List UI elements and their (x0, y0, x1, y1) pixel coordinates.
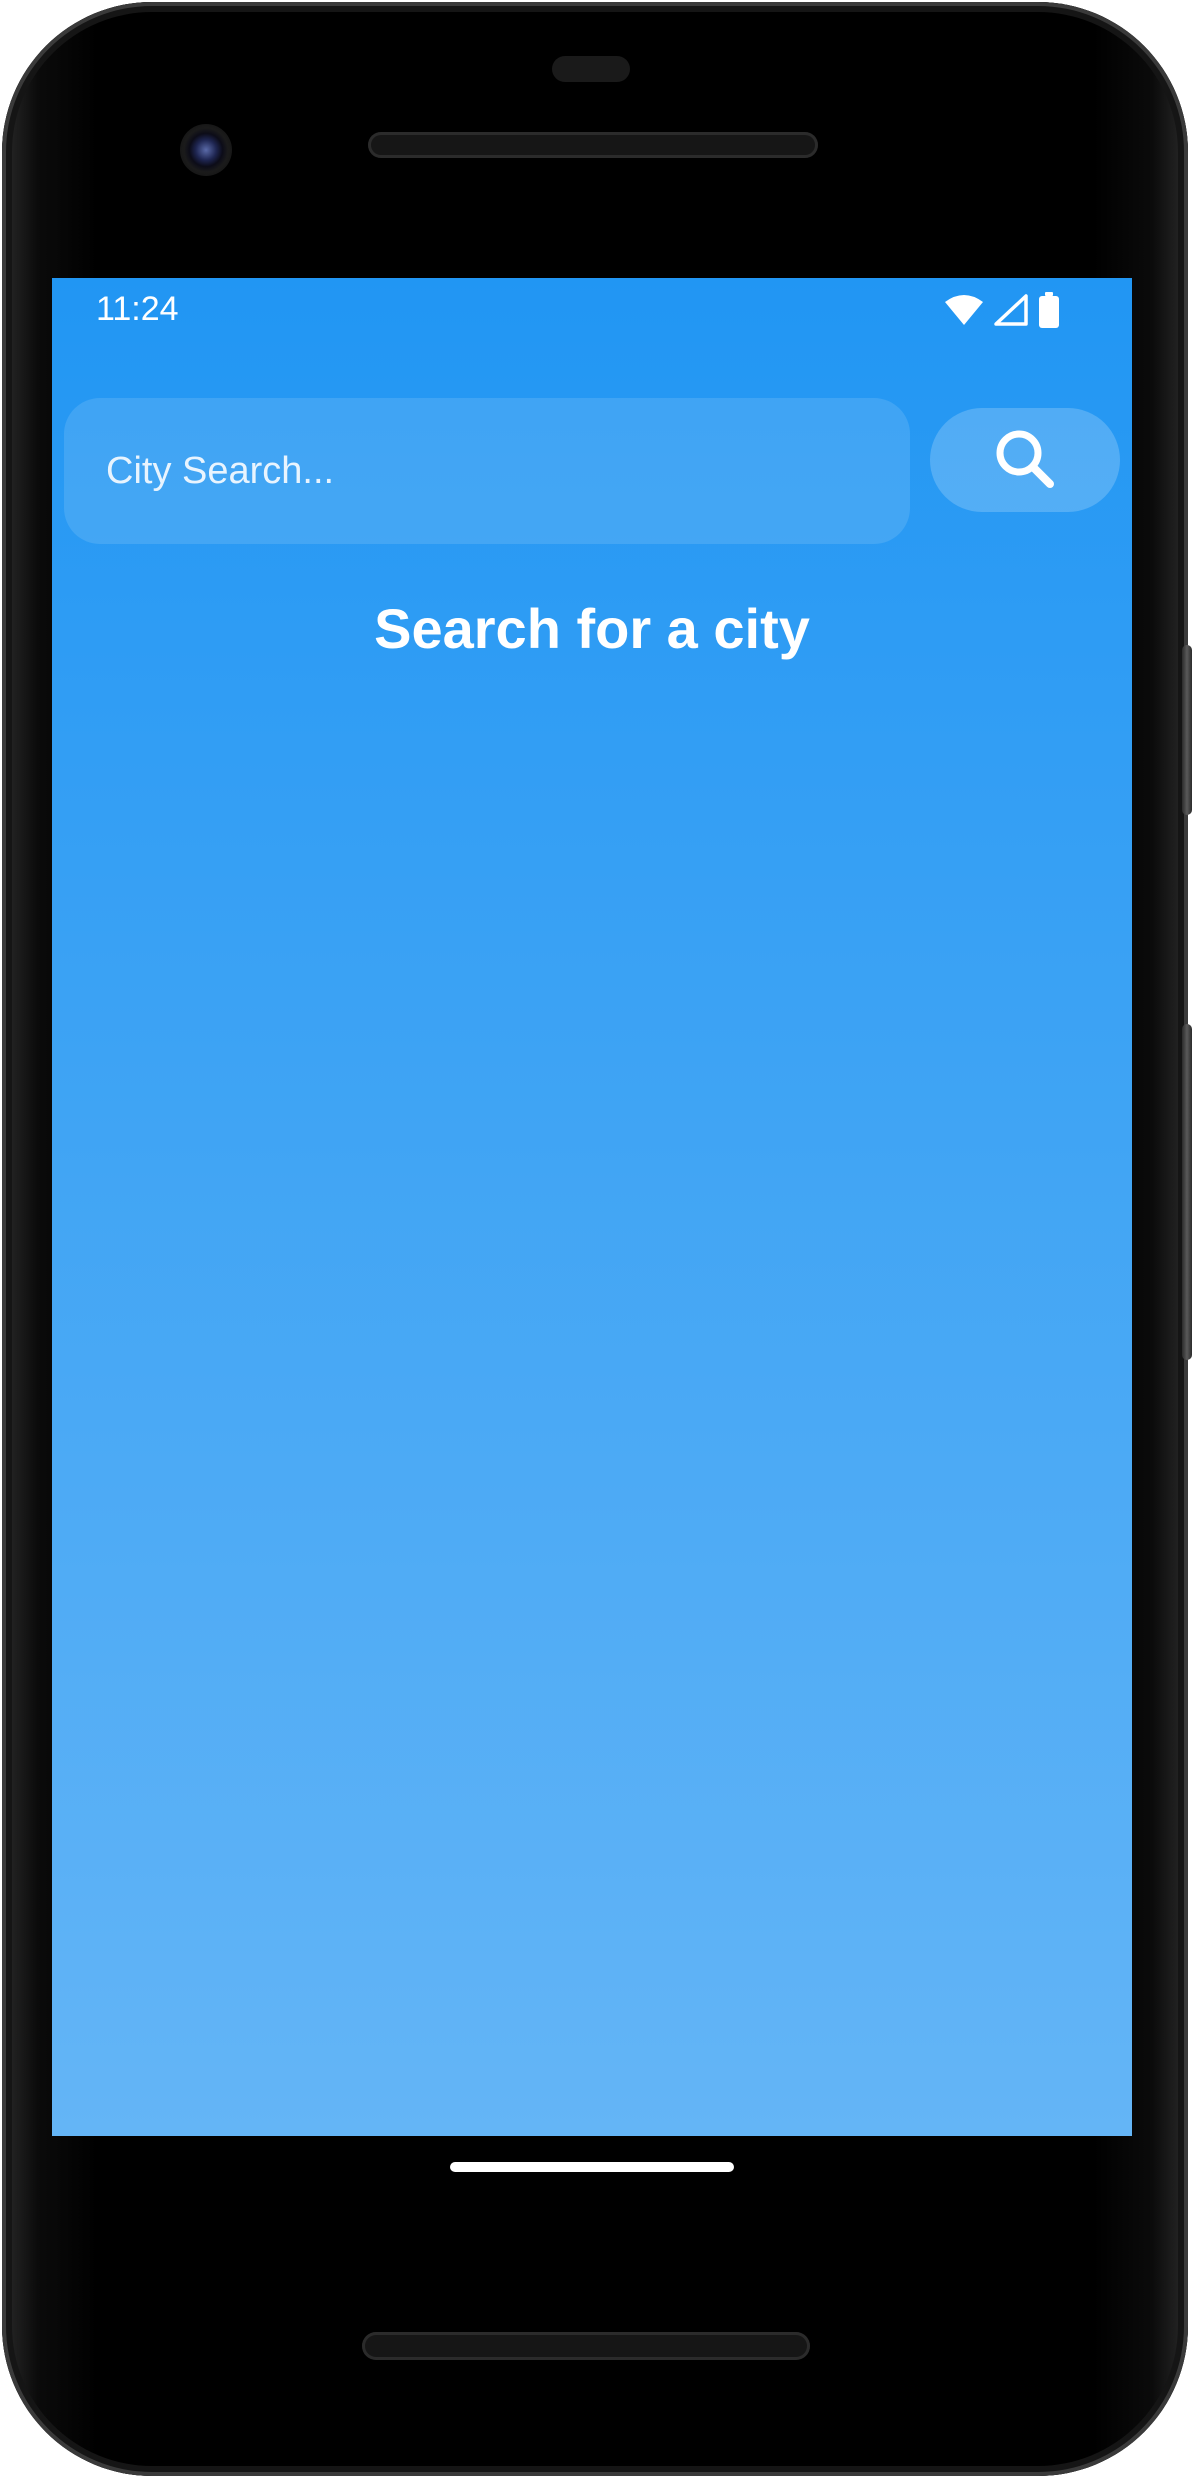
front-camera (180, 124, 232, 176)
home-gesture-bar[interactable] (450, 2162, 734, 2172)
empty-state-title: Search for a city (374, 597, 810, 660)
search-icon (992, 426, 1058, 495)
power-button (1182, 645, 1192, 815)
status-icons (944, 291, 1060, 333)
top-speaker-grille (368, 132, 818, 158)
wifi-icon (944, 294, 984, 331)
battery-icon (1038, 291, 1060, 333)
top-sensor-slot (552, 56, 630, 82)
volume-button (1182, 1024, 1192, 1360)
status-bar: 11:24 (52, 278, 1132, 348)
search-button[interactable] (930, 408, 1120, 512)
city-search-input[interactable] (64, 398, 910, 544)
cellular-signal-icon (994, 293, 1028, 331)
bottom-speaker-grille (362, 2332, 810, 2360)
phone-frame: 11:24 City Search... Search for a city (0, 0, 1194, 2480)
app-screen: 11:24 City Search... Search for a city (52, 278, 1132, 2136)
status-time: 11:24 (96, 290, 179, 328)
